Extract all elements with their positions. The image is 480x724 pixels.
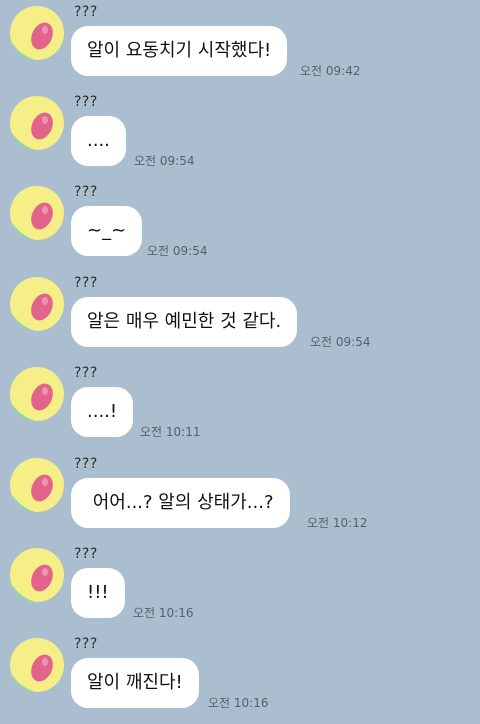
message-bubble[interactable]: 알이 깨진다!: [71, 658, 199, 708]
message-time: 오전 09:42: [300, 64, 361, 78]
sender-name: ???: [74, 94, 98, 110]
message-time: 오전 09:54: [134, 154, 195, 168]
sender-name: ???: [74, 4, 98, 20]
egg-avatar-icon[interactable]: [10, 638, 64, 692]
egg-avatar-icon[interactable]: [10, 548, 64, 602]
message-bubble[interactable]: ....!: [71, 387, 134, 437]
message-bubble[interactable]: ~_~: [71, 206, 143, 256]
chat-message: ??? !!! 오전 10:16: [0, 542, 480, 632]
sender-name: ???: [74, 365, 98, 381]
sender-name: ???: [74, 636, 98, 652]
message-time: 오전 10:12: [307, 516, 368, 530]
message-bubble[interactable]: 알이 요동치기 시작했다!: [71, 26, 288, 76]
chat-message: ??? 어어...? 알의 상태가...? 오전 10:12: [0, 452, 480, 542]
sender-name: ???: [74, 546, 98, 562]
egg-avatar-icon[interactable]: [10, 6, 64, 60]
message-time: 오전 09:54: [147, 244, 208, 258]
chat-message: ??? 알은 매우 예민한 것 같다. 오전 09:54: [0, 271, 480, 361]
egg-avatar-icon[interactable]: [10, 277, 64, 331]
message-time: 오전 10:16: [208, 696, 269, 710]
chat-message: ??? ~_~ 오전 09:54: [0, 180, 480, 270]
chat-message: ??? 알이 깨진다! 오전 10:16: [0, 632, 480, 722]
egg-avatar-icon[interactable]: [10, 367, 64, 421]
chat-message: ??? ....! 오전 10:11: [0, 361, 480, 451]
message-time: 오전 10:11: [140, 425, 201, 439]
message-time: 오전 10:16: [133, 606, 194, 620]
egg-avatar-icon[interactable]: [10, 186, 64, 240]
message-bubble[interactable]: 알은 매우 예민한 것 같다.: [71, 297, 298, 347]
sender-name: ???: [74, 275, 98, 291]
chat-message: ??? .... 오전 09:54: [0, 90, 480, 180]
chat-message-list[interactable]: ??? 알이 요동치기 시작했다! 오전 09:42 ??? .... 오전 0…: [0, 0, 480, 724]
sender-name: ???: [74, 184, 98, 200]
message-bubble[interactable]: !!!: [71, 568, 125, 618]
message-time: 오전 09:54: [310, 335, 371, 349]
message-bubble[interactable]: ....: [71, 116, 126, 166]
message-bubble[interactable]: 어어...? 알의 상태가...?: [71, 478, 290, 528]
egg-avatar-icon[interactable]: [10, 458, 64, 512]
chat-message: ??? 알이 요동치기 시작했다! 오전 09:42: [0, 0, 480, 90]
egg-avatar-icon[interactable]: [10, 96, 64, 150]
sender-name: ???: [74, 456, 98, 472]
